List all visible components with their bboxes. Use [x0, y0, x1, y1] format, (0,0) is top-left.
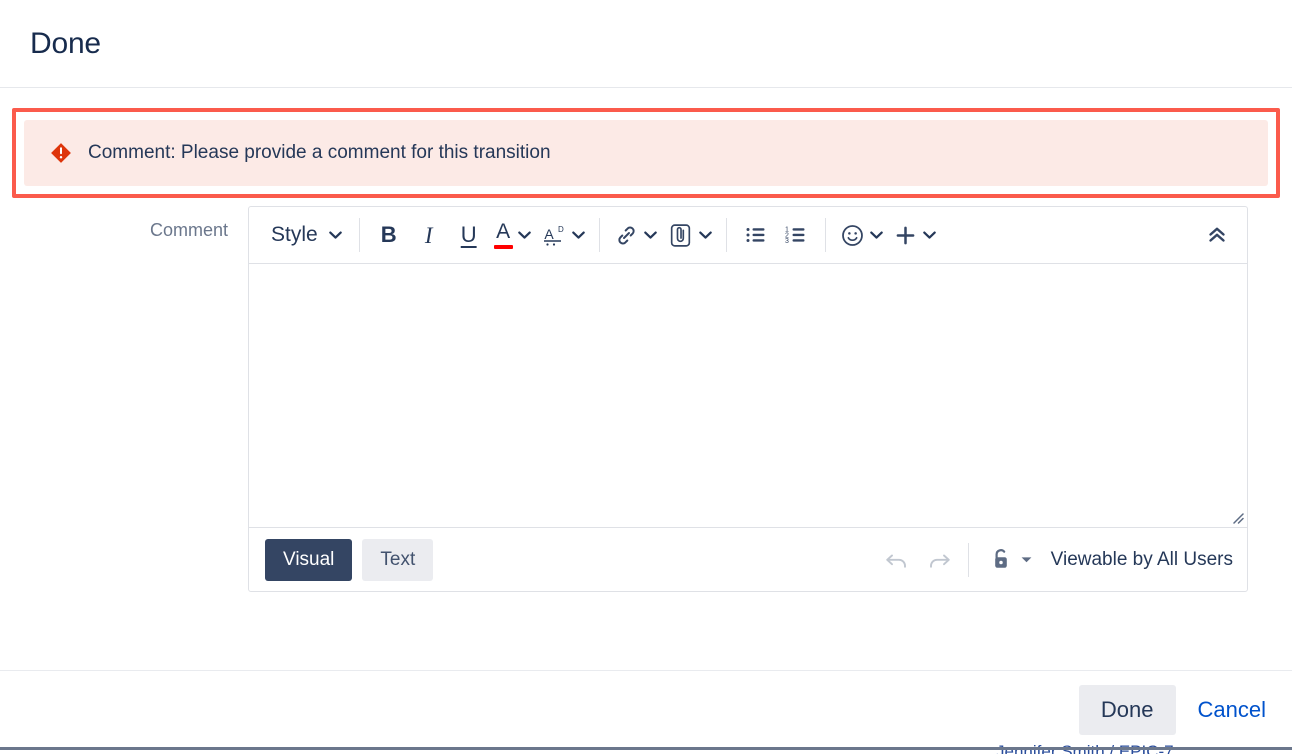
chevron-down-icon: [328, 231, 342, 239]
editor-footer: Visual Text Viewable by All Users: [249, 527, 1247, 591]
plus-icon: [896, 226, 915, 244]
unlock-icon: [994, 549, 1007, 568]
comment-form-row: Comment Style B I U A A D 1 2 3 Visual T…: [0, 206, 1292, 592]
dialog-footer: Done Cancel: [0, 670, 1292, 748]
svg-text:A: A: [544, 226, 554, 242]
toolbar-separator: [358, 218, 360, 252]
undo-button[interactable]: [884, 549, 911, 571]
redo-button[interactable]: [925, 549, 952, 571]
chevron-double-up-icon: [1209, 227, 1225, 242]
more-formatting-button[interactable]: A D: [536, 218, 590, 252]
visibility-dropdown[interactable]: [985, 543, 1037, 576]
style-dropdown-label: Style: [271, 223, 318, 246]
toolbar-separator: [598, 218, 600, 252]
chevron-down-icon: [922, 231, 936, 239]
submit-button[interactable]: Done: [1078, 684, 1176, 735]
chevron-down-icon: [643, 231, 657, 239]
undo-redo-group: [884, 549, 952, 571]
tab-text[interactable]: Text: [362, 538, 434, 581]
chevron-down-icon: [571, 231, 585, 239]
text-color-icon: A: [493, 220, 513, 249]
collapse-toolbar-button[interactable]: [1197, 218, 1237, 252]
resize-handle[interactable]: [1230, 510, 1244, 524]
bold-label: B: [380, 222, 397, 247]
text-color-swatch: [493, 245, 513, 249]
dialog-header: Done: [0, 0, 1292, 88]
emoji-icon: [841, 224, 863, 246]
toolbar-separator: [824, 218, 826, 252]
bullet-list-button[interactable]: [736, 218, 776, 252]
emoji-button[interactable]: [835, 218, 888, 252]
text-color-button[interactable]: A: [489, 218, 536, 252]
bold-button[interactable]: B: [369, 218, 409, 252]
caret-down-icon: [1021, 557, 1032, 563]
chevron-down-icon: [698, 231, 712, 239]
style-dropdown[interactable]: Style: [263, 218, 350, 252]
error-banner-highlight: Comment: Please provide a comment for th…: [12, 108, 1280, 198]
redo-icon: [929, 554, 950, 568]
paperclip-icon: [670, 223, 690, 247]
comment-field-label: Comment: [149, 220, 228, 240]
bullet-list-icon: [746, 228, 765, 242]
chevron-down-icon: [517, 231, 531, 239]
underline-button[interactable]: U: [449, 218, 489, 252]
link-button[interactable]: [609, 218, 662, 252]
comment-textarea[interactable]: [249, 264, 1247, 527]
error-banner: Comment: Please provide a comment for th…: [24, 120, 1268, 186]
italic-button[interactable]: I: [409, 218, 449, 252]
link-icon: [618, 226, 635, 244]
cancel-link[interactable]: Cancel: [1198, 697, 1266, 723]
error-message: Comment: Please provide a comment for th…: [88, 142, 551, 163]
toolbar-separator: [725, 218, 727, 252]
italic-label: I: [424, 222, 433, 248]
text-effects-icon: A D: [543, 225, 564, 246]
numbered-list-button[interactable]: 1 2 3: [776, 218, 816, 252]
insert-more-button[interactable]: [888, 218, 941, 252]
underline-label: U: [460, 222, 477, 247]
footer-separator: [967, 542, 969, 577]
comment-editor: Style B I U A A D 1 2 3 Visual Text View…: [248, 206, 1248, 592]
numbered-list-icon: 1 2 3: [785, 227, 805, 245]
attachment-button[interactable]: [662, 218, 717, 252]
tab-visual[interactable]: Visual: [265, 538, 353, 581]
svg-text:D: D: [558, 225, 564, 234]
editor-toolbar: Style B I U A A D 1 2 3: [249, 207, 1247, 264]
svg-text:3: 3: [785, 238, 789, 245]
page-title: Done: [30, 26, 101, 60]
bottom-divider: [0, 747, 1292, 750]
undo-icon: [885, 554, 906, 568]
visibility-label: Viewable by All Users: [1050, 548, 1233, 570]
chevron-down-icon: [869, 231, 883, 239]
error-diamond-icon: [51, 143, 71, 163]
text-color-letter: A: [496, 220, 511, 243]
